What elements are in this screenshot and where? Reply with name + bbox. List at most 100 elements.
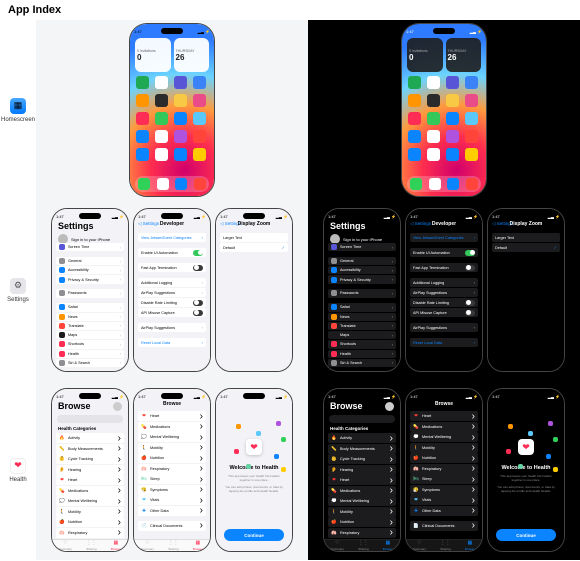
tab-summary[interactable]: ♡Summary <box>59 540 72 551</box>
health-category[interactable]: 📏 Body Measurements› <box>328 444 396 454</box>
phone-settings-zoom[interactable]: 1:47▂▃ ⚡ ◁ Settings Display Zoom Larger … <box>215 208 293 372</box>
health-category[interactable]: 🛏 Sleep› <box>138 474 206 484</box>
health-category[interactable]: 👶 Cycle Tracking› <box>56 454 124 464</box>
dock-app-icon[interactable] <box>429 178 441 190</box>
developer-item[interactable]: Disable Rate Limiting <box>410 298 478 307</box>
widget-calendar[interactable]: 0 Invitations 0 <box>135 38 171 72</box>
phone-settings-main[interactable]: 1:47▂▃ ⚡ Settings Sign in to your iPhone… <box>51 208 129 372</box>
settings-item[interactable]: General › <box>56 257 124 265</box>
settings-item[interactable]: Maps › <box>56 331 124 339</box>
settings-item[interactable]: News › <box>328 313 396 321</box>
developer-item[interactable]: AirPlay Suggestions› <box>410 323 478 332</box>
app-icon[interactable] <box>465 76 478 89</box>
developer-item[interactable]: Fast App Termination <box>410 263 478 272</box>
app-icon[interactable] <box>465 148 478 161</box>
health-category[interactable]: ❤ Vitals› <box>410 495 478 505</box>
health-category[interactable]: 👂 Hearing› <box>328 465 396 475</box>
tab-summary[interactable]: ♡Summary <box>331 540 344 551</box>
phone-health-browse[interactable]: 1:47▂▃ ⚡ Browse Health Categories 🔥 Acti… <box>323 388 401 552</box>
app-icon[interactable] <box>427 130 440 143</box>
health-category[interactable]: 🛏 Sleep› <box>410 474 478 484</box>
app-icon[interactable] <box>174 76 187 89</box>
health-category[interactable]: 👂 Hearing› <box>56 465 124 475</box>
developer-item[interactable]: AirPlay Suggestions› <box>138 288 206 297</box>
health-category[interactable]: ✚ Other Data› <box>410 506 478 516</box>
settings-item[interactable]: Accessibility › <box>328 266 396 274</box>
phone-health-browse[interactable]: 1:47▂▃ ⚡ Browse Health Categories 🔥 Acti… <box>51 388 129 552</box>
health-category[interactable]: 💊 Medications› <box>56 486 124 496</box>
profile-avatar[interactable] <box>113 402 122 411</box>
app-icon[interactable] <box>174 94 187 107</box>
phone-homescreen-dark[interactable]: 1:47▂▃ ⚡ 0 Invitations 0 THURSDAY 26 <box>401 23 487 197</box>
dock-app-icon[interactable] <box>138 178 150 190</box>
app-icon[interactable] <box>408 94 421 107</box>
tab-browse[interactable]: ▦Browse <box>383 540 393 551</box>
app-icon[interactable] <box>427 76 440 89</box>
app-icon[interactable] <box>465 112 478 125</box>
app-icon[interactable] <box>408 130 421 143</box>
health-category[interactable]: 🫁 Respiratory› <box>56 528 124 538</box>
app-icon[interactable] <box>446 112 459 125</box>
health-category[interactable]: 🔥 Activity› <box>56 433 124 443</box>
dock-app-icon[interactable] <box>194 178 206 190</box>
health-category[interactable]: ❤ Heart› <box>328 475 396 485</box>
app-icon[interactable] <box>136 76 149 89</box>
app-icon[interactable] <box>465 130 478 143</box>
phone-settings-main[interactable]: 1:47▂▃ ⚡ Settings Sign in to your iPhone… <box>323 208 401 372</box>
app-icon[interactable] <box>408 112 421 125</box>
zoom-item[interactable]: Default✓ <box>492 243 560 252</box>
settings-item[interactable]: Safari › <box>328 303 396 311</box>
app-icon[interactable] <box>155 94 168 107</box>
health-category[interactable]: 💊 Medications› <box>328 486 396 496</box>
settings-item[interactable]: Accessibility › <box>56 266 124 274</box>
app-icon[interactable] <box>427 112 440 125</box>
settings-item[interactable]: Safari › <box>56 303 124 311</box>
settings-item[interactable]: Maps › <box>328 331 396 339</box>
profile-avatar[interactable] <box>385 402 394 411</box>
settings-item[interactable]: Screen Time › <box>328 243 396 251</box>
health-category[interactable]: 💭 Mental Wellbeing› <box>410 432 478 442</box>
health-category[interactable]: 💭 Mental Wellbeing› <box>138 432 206 442</box>
app-icon[interactable] <box>136 130 149 143</box>
app-icon[interactable] <box>174 148 187 161</box>
settings-item[interactable]: General › <box>328 257 396 265</box>
developer-item[interactable]: View JetsamEvent Categories› <box>410 233 478 242</box>
health-category[interactable]: 🚶 Mobility› <box>138 443 206 453</box>
app-icon[interactable] <box>408 148 421 161</box>
app-icon[interactable] <box>193 76 206 89</box>
search-input[interactable] <box>329 415 395 423</box>
health-category[interactable]: ❤ Heart› <box>56 475 124 485</box>
dock-app-icon[interactable] <box>157 178 169 190</box>
dock-app-icon[interactable] <box>410 178 422 190</box>
developer-item[interactable]: Reset Local Data› <box>410 338 478 347</box>
app-icon[interactable] <box>155 130 168 143</box>
health-category[interactable]: 🚶 Mobility› <box>410 443 478 453</box>
app-icon[interactable] <box>193 130 206 143</box>
app-icon[interactable] <box>193 94 206 107</box>
widget-date[interactable]: THURSDAY 26 <box>446 38 482 72</box>
tab-browse[interactable]: ▦Browse <box>193 540 203 551</box>
health-category[interactable]: 🫁 Respiratory› <box>138 464 206 474</box>
settings-item[interactable]: Shortcuts › <box>56 340 124 348</box>
tab-sharing[interactable]: ⋮⋮Sharing <box>86 540 96 551</box>
health-category[interactable]: 💭 Mental Wellbeing› <box>56 496 124 506</box>
phone-health-browse[interactable]: 1:47▂▃ ⚡ Browse ❤ Heart› 💊 Medications› … <box>133 388 211 552</box>
developer-item[interactable]: API Misuse Capture <box>138 308 206 317</box>
health-category[interactable]: 📄 Clinical Documents› <box>410 521 478 531</box>
settings-item[interactable]: Health › <box>56 350 124 358</box>
health-category[interactable]: 💊 Medications› <box>138 422 206 432</box>
dock-app-icon[interactable] <box>447 178 459 190</box>
zoom-item[interactable]: Larger Text <box>492 233 560 242</box>
settings-item[interactable]: Health › <box>328 350 396 358</box>
health-category[interactable]: 🍎 Nutrition› <box>138 453 206 463</box>
app-icon[interactable] <box>427 94 440 107</box>
phone-health-welcome[interactable]: 1:47▂▃ ⚡ Welcome to Health This app keep… <box>487 388 565 552</box>
tab-sharing[interactable]: ⋮⋮Sharing <box>358 540 368 551</box>
health-category[interactable]: 🍎 Nutrition› <box>410 453 478 463</box>
health-category[interactable]: 🤧 Symptoms› <box>138 485 206 495</box>
phone-health-welcome[interactable]: 1:47▂▃ ⚡ Welcome to Health This app keep… <box>215 388 293 552</box>
app-icon[interactable] <box>446 130 459 143</box>
app-icon[interactable] <box>446 76 459 89</box>
phone-settings-developer[interactable]: 1:47▂▃ ⚡ ◁ Settings Developer View Jetsa… <box>405 208 483 372</box>
tab-browse[interactable]: ▦Browse <box>465 540 475 551</box>
